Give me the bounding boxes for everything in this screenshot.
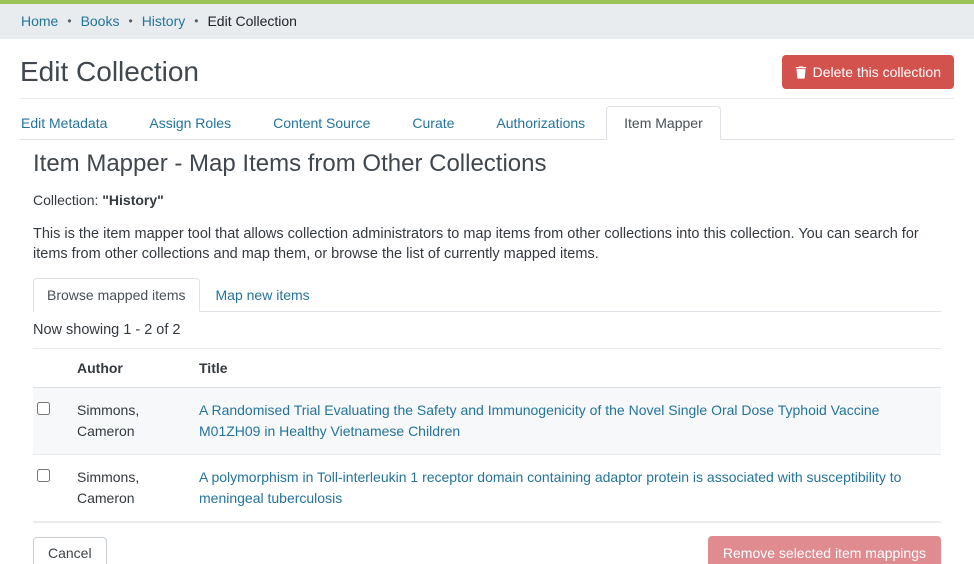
- row-checkbox[interactable]: [37, 469, 50, 482]
- breadcrumb-link-books[interactable]: Books: [81, 13, 120, 29]
- row-checkbox[interactable]: [37, 402, 50, 415]
- tab-content-source[interactable]: Content Source: [252, 106, 391, 140]
- author-cell: Simmons, Cameron: [69, 388, 191, 455]
- table-row: Simmons, Cameron A polymorphism in Toll-…: [33, 455, 941, 522]
- remove-selected-mappings-button[interactable]: Remove selected item mappings: [708, 536, 941, 564]
- table-header-row: Author Title: [33, 349, 941, 388]
- collection-line: Collection: "History": [33, 192, 941, 208]
- cancel-button[interactable]: Cancel: [33, 537, 107, 564]
- breadcrumb-current: Edit Collection: [207, 13, 297, 29]
- item-mapper-section: Item Mapper - Map Items from Other Colle…: [20, 150, 954, 564]
- tab-item-mapper[interactable]: Item Mapper: [606, 106, 721, 140]
- column-header-title: Title: [191, 349, 941, 388]
- breadcrumb-link-home[interactable]: Home: [21, 13, 58, 29]
- tab-edit-metadata[interactable]: Edit Metadata: [20, 106, 128, 140]
- collection-edit-tabs: Edit Metadata Assign Roles Content Sourc…: [20, 106, 954, 140]
- breadcrumb: Home • Books • History • Edit Collection: [0, 4, 974, 39]
- column-header-select: [33, 349, 69, 388]
- collection-name: "History": [102, 192, 164, 208]
- item-mapper-description: This is the item mapper tool that allows…: [33, 224, 941, 265]
- trash-icon: [795, 66, 807, 79]
- author-cell: Simmons, Cameron: [69, 455, 191, 522]
- edit-collection-page: Home • Books • History • Edit Collection…: [0, 0, 974, 564]
- breadcrumb-separator: •: [128, 14, 132, 28]
- delete-collection-button-label: Delete this collection: [813, 63, 941, 81]
- results-count: Now showing 1 - 2 of 2: [33, 322, 941, 338]
- footer-actions: Cancel Remove selected item mappings: [33, 536, 941, 564]
- item-title-link[interactable]: A Randomised Trial Evaluating the Safety…: [199, 402, 879, 439]
- tab-curate[interactable]: Curate: [391, 106, 475, 140]
- title-divider: [20, 98, 954, 99]
- title-row: Edit Collection Delete this collection: [20, 55, 954, 89]
- collection-label: Collection:: [33, 192, 102, 208]
- table-bottom-divider: [33, 522, 941, 523]
- subtab-map-new-items[interactable]: Map new items: [200, 278, 326, 312]
- delete-collection-button[interactable]: Delete this collection: [782, 55, 954, 89]
- item-mapper-subtabs: Browse mapped items Map new items: [33, 278, 941, 312]
- breadcrumb-separator: •: [67, 14, 71, 28]
- tab-assign-roles[interactable]: Assign Roles: [128, 106, 252, 140]
- tab-authorizations[interactable]: Authorizations: [475, 106, 606, 140]
- subtab-browse-mapped-items[interactable]: Browse mapped items: [33, 278, 200, 312]
- breadcrumb-link-history[interactable]: History: [142, 13, 186, 29]
- page-title: Edit Collection: [20, 55, 199, 89]
- item-title-link[interactable]: A polymorphism in Toll-interleukin 1 rec…: [199, 469, 901, 506]
- column-header-author: Author: [69, 349, 191, 388]
- mapped-items-table: Author Title Simmons, Cameron A Randomis…: [33, 348, 941, 522]
- breadcrumb-separator: •: [194, 14, 198, 28]
- table-row: Simmons, Cameron A Randomised Trial Eval…: [33, 388, 941, 455]
- item-mapper-heading: Item Mapper - Map Items from Other Colle…: [33, 150, 941, 178]
